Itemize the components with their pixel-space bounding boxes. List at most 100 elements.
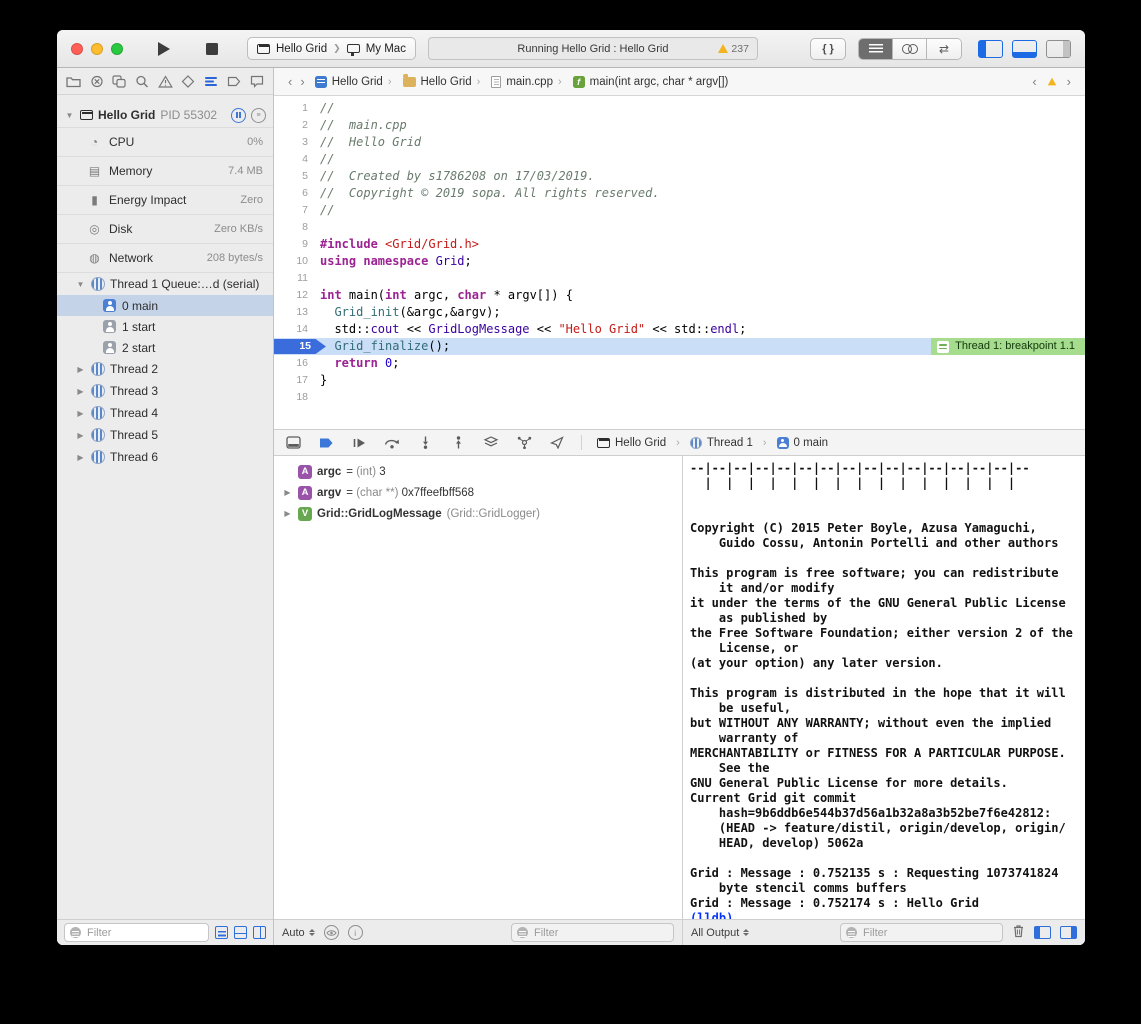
breakpoint-navigator-button[interactable]: [227, 75, 241, 88]
code-line[interactable]: 2// main.cpp: [274, 117, 1085, 134]
back-button[interactable]: ‹: [284, 74, 296, 89]
line-number[interactable]: 4: [274, 151, 320, 168]
crumb-frame-label[interactable]: 0 main: [794, 437, 829, 449]
step-out-button[interactable]: [449, 435, 467, 451]
line-number[interactable]: 9: [274, 236, 320, 253]
version-editor-button[interactable]: ⇄: [927, 39, 961, 59]
debug-area-toggle-button[interactable]: [1012, 40, 1037, 58]
issue-navigator-button[interactable]: [158, 75, 173, 88]
line-number[interactable]: 10: [274, 253, 320, 270]
run-button[interactable]: [153, 39, 175, 59]
disclosure-triangle[interactable]: ▶: [282, 509, 293, 518]
variables-filter-field[interactable]: [511, 923, 674, 942]
stop-button[interactable]: [201, 39, 223, 59]
thread-row[interactable]: ▶Thread 6: [57, 446, 273, 468]
issues-badge[interactable]: 237: [718, 43, 749, 55]
variable-row[interactable]: Aargc= (int) 3: [274, 461, 682, 482]
thread-row[interactable]: ▼Thread 1 Queue:…d (serial): [57, 273, 273, 295]
code-line[interactable]: 13 Grid_init(&argc,&argv);: [274, 304, 1085, 321]
line-number[interactable]: 2: [274, 117, 320, 134]
console-scope-popup[interactable]: All Output: [691, 927, 749, 939]
code-line[interactable]: 3// Hello Grid: [274, 134, 1085, 151]
code-line[interactable]: 16 return 0;: [274, 355, 1085, 372]
stack-frame-row[interactable]: 0 main: [57, 295, 273, 316]
inspector-toggle-button[interactable]: [1046, 40, 1071, 58]
disclosure-triangle[interactable]: ▶: [282, 488, 293, 497]
crumb-process-label[interactable]: Hello Grid: [615, 437, 666, 449]
line-number[interactable]: 5: [274, 168, 320, 185]
gauge-row-energy[interactable]: ▮Energy ImpactZero: [57, 185, 273, 214]
line-number[interactable]: 3: [274, 134, 320, 151]
test-navigator-button[interactable]: [181, 75, 195, 88]
code-line[interactable]: 7//: [274, 202, 1085, 219]
find-navigator-button[interactable]: [135, 75, 149, 88]
line-number[interactable]: 8: [274, 219, 320, 236]
jumpbar-group-item[interactable]: Hello Grid: [403, 76, 472, 88]
minimize-button[interactable]: [91, 43, 103, 55]
simulate-location-button[interactable]: [548, 435, 566, 451]
disclosure-triangle[interactable]: ▶: [75, 365, 86, 374]
navigator-toggle-button[interactable]: [978, 40, 1003, 58]
line-number[interactable]: 11: [274, 270, 320, 287]
code-line[interactable]: 18: [274, 389, 1085, 406]
console-output[interactable]: --|--|--|--|--|--|--|--|--|--|--|--|--|-…: [683, 456, 1085, 919]
report-navigator-button[interactable]: [250, 75, 264, 88]
jumpbar-function-item[interactable]: f main(int argc, char * argv[]): [573, 76, 729, 88]
code-line[interactable]: 4//: [274, 151, 1085, 168]
filter-frames-button[interactable]: [215, 926, 228, 939]
show-console-view-button[interactable]: [1060, 926, 1077, 939]
code-line[interactable]: 8: [274, 219, 1085, 236]
scheme-selector[interactable]: Hello Grid ❯ My Mac: [247, 37, 416, 60]
library-button[interactable]: { }: [810, 38, 846, 60]
step-into-button[interactable]: [416, 435, 434, 451]
gauge-row-network[interactable]: ◍Network208 bytes/s: [57, 243, 273, 272]
jumpbar-file-item[interactable]: main.cpp: [491, 76, 553, 88]
gauge-row-disk[interactable]: ◎DiskZero KB/s: [57, 214, 273, 243]
line-number[interactable]: 12: [274, 287, 320, 304]
gauge-row-memory[interactable]: ▤Memory7.4 MB: [57, 156, 273, 185]
code-line[interactable]: 12int main(int argc, char * argv[]) {: [274, 287, 1085, 304]
breakpoint-badge[interactable]: 15: [274, 339, 326, 354]
quick-look-button[interactable]: [324, 925, 339, 940]
navigator-filter-input[interactable]: [85, 926, 203, 940]
navigator-filter-field[interactable]: [64, 923, 209, 942]
process-row[interactable]: ▼ Hello Grid PID 55302 ≡: [57, 103, 273, 127]
thread-row[interactable]: ▶Thread 2: [57, 358, 273, 380]
line-number[interactable]: 14: [274, 321, 320, 338]
code-line[interactable]: 6// Copyright © 2019 sopa. All rights re…: [274, 185, 1085, 202]
crumb-thread-label[interactable]: Thread 1: [707, 437, 753, 449]
next-issue-button[interactable]: ›: [1063, 74, 1075, 89]
previous-issue-button[interactable]: ‹: [1028, 74, 1040, 89]
assistant-editor-button[interactable]: [893, 39, 927, 59]
view-hierarchy-button[interactable]: [482, 435, 500, 451]
code-line[interactable]: 17}: [274, 372, 1085, 389]
code-line[interactable]: 14 std::cout << GridLogMessage << "Hello…: [274, 321, 1085, 338]
code-line[interactable]: 15 Grid_finalize();Thread 1: breakpoint …: [274, 338, 1085, 355]
stack-frame-row[interactable]: 1 start: [57, 316, 273, 337]
disclosure-triangle[interactable]: ▶: [75, 453, 86, 462]
zoom-button[interactable]: [111, 43, 123, 55]
source-editor[interactable]: 1//2// main.cpp3// Hello Grid4//5// Crea…: [274, 96, 1085, 429]
line-number[interactable]: 18: [274, 389, 320, 406]
line-number[interactable]: 13: [274, 304, 320, 321]
view-by-thread-button[interactable]: [234, 926, 247, 939]
symbol-navigator-button[interactable]: [112, 75, 126, 88]
step-over-button[interactable]: [383, 435, 401, 451]
console-filter-input[interactable]: [861, 926, 997, 940]
show-variables-view-button[interactable]: [1034, 926, 1051, 939]
line-number[interactable]: 15: [274, 338, 320, 355]
line-number[interactable]: 16: [274, 355, 320, 372]
pause-process-button[interactable]: [231, 108, 246, 123]
line-number[interactable]: 17: [274, 372, 320, 389]
code-line[interactable]: 9#include <Grid/Grid.h>: [274, 236, 1085, 253]
view-by-queue-button[interactable]: [253, 926, 266, 939]
jumpbar-project-item[interactable]: Hello Grid: [315, 76, 383, 88]
code-line[interactable]: 10using namespace Grid;: [274, 253, 1085, 270]
source-control-navigator-button[interactable]: [90, 75, 104, 88]
hide-debug-area-button[interactable]: [284, 435, 302, 451]
debug-navigator-button[interactable]: [204, 75, 219, 88]
line-number[interactable]: 7: [274, 202, 320, 219]
breakpoints-toggle-button[interactable]: [317, 435, 335, 451]
variables-filter-input[interactable]: [532, 926, 668, 940]
stack-frame-row[interactable]: 2 start: [57, 337, 273, 358]
